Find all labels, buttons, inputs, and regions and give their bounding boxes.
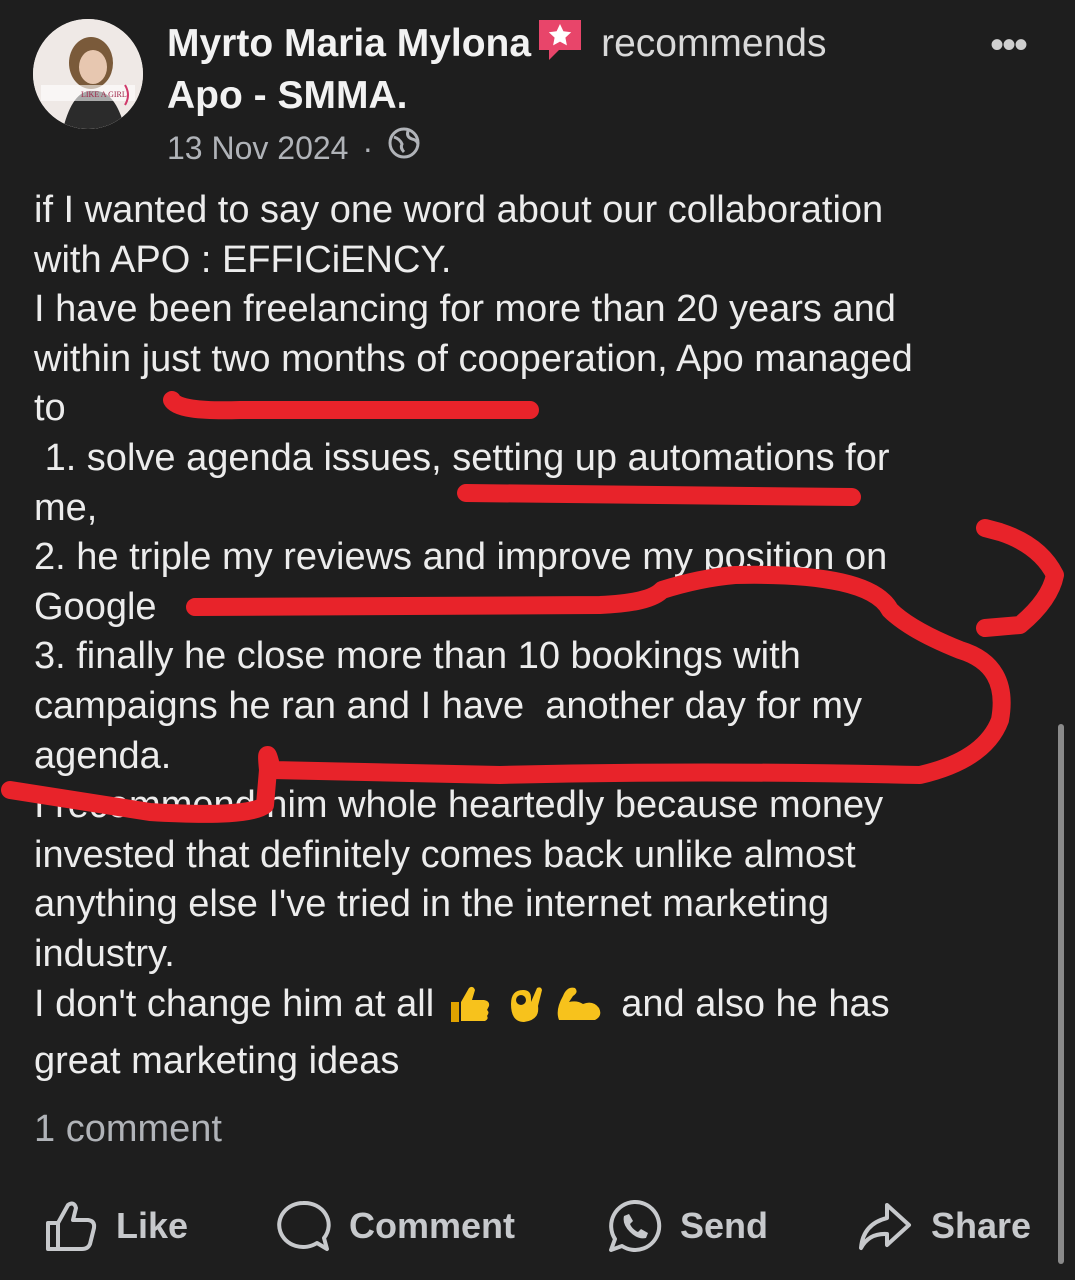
author-avatar[interactable]: LIKE A GIRL xyxy=(33,19,143,129)
comment-label: Comment xyxy=(349,1205,516,1246)
post-line: me, xyxy=(34,486,98,529)
comments-count[interactable]: 1 comment xyxy=(34,1105,222,1153)
scrollbar[interactable] xyxy=(1058,724,1064,1264)
post-line: if I wanted to say one word about our co… xyxy=(34,189,884,231)
post-line-start: I don't change him at all xyxy=(34,982,435,1025)
post-action-bar: Like Comment Send Share xyxy=(0,1190,1075,1262)
recommends-label: recommends xyxy=(601,22,827,65)
more-options-button[interactable]: ••• xyxy=(990,25,1028,65)
post-line: anything else I've tried in the internet… xyxy=(34,883,830,926)
like-icon xyxy=(46,1201,97,1251)
post-line: I recommend him whole heartedly because … xyxy=(34,784,884,827)
avatar-image: LIKE A GIRL xyxy=(33,19,143,129)
post-line: to xyxy=(34,387,66,430)
page-name[interactable]: Apo - SMMA. xyxy=(167,72,407,120)
share-button[interactable]: Share xyxy=(857,1190,1031,1262)
post-line: within just two months of cooperation, A… xyxy=(34,337,913,380)
post-line: 3. finally he close more than 10 booking… xyxy=(34,635,801,678)
post-line: I have been freelancing for more than 20… xyxy=(34,288,896,331)
post-line: great marketing ideas xyxy=(34,1040,400,1083)
post-line: invested that definitely comes back unli… xyxy=(34,833,856,876)
send-label: Send xyxy=(680,1205,769,1246)
post-line: industry. xyxy=(34,932,175,975)
flexed-biceps-icon xyxy=(553,982,605,1038)
share-icon xyxy=(859,1203,911,1250)
like-label: Like xyxy=(116,1205,189,1246)
thumbs-up-icon xyxy=(445,984,495,1038)
ok-hand-icon xyxy=(501,982,547,1038)
like-button[interactable]: Like xyxy=(44,1190,188,1262)
share-label: Share xyxy=(931,1205,1032,1246)
send-button[interactable]: Send xyxy=(606,1190,768,1262)
post-line: with APO : EFFICiENCY. xyxy=(34,238,452,281)
comment-button[interactable]: Comment xyxy=(275,1190,515,1262)
post-line: I don't change him at all and also he ha… xyxy=(34,980,1044,1038)
post-line: campaigns he ran and I have another day … xyxy=(34,684,863,727)
meta-separator: · xyxy=(362,130,374,166)
post-line-end: and also he has xyxy=(610,982,890,1025)
post-meta: 13 Nov 2024 · xyxy=(167,126,421,170)
post-line: 1. solve agenda issues, setting up autom… xyxy=(34,436,890,479)
post-header: Myrto Maria Mylona recommends xyxy=(167,16,827,74)
globe-icon xyxy=(387,126,421,170)
post-body: if I wanted to say one word about our co… xyxy=(34,186,1044,1087)
whatsapp-icon xyxy=(609,1199,662,1252)
comment-icon xyxy=(277,1200,331,1251)
post-line: 2. he triple my reviews and improve my p… xyxy=(34,536,888,579)
post-line: agenda. xyxy=(34,734,172,777)
avatar-logo-text: LIKE A GIRL xyxy=(81,90,127,99)
post-date[interactable]: 13 Nov 2024 xyxy=(167,127,348,169)
recommendation-star-icon xyxy=(537,16,583,74)
author-name[interactable]: Myrto Maria Mylona xyxy=(167,22,531,65)
post-line: Google xyxy=(34,585,157,628)
